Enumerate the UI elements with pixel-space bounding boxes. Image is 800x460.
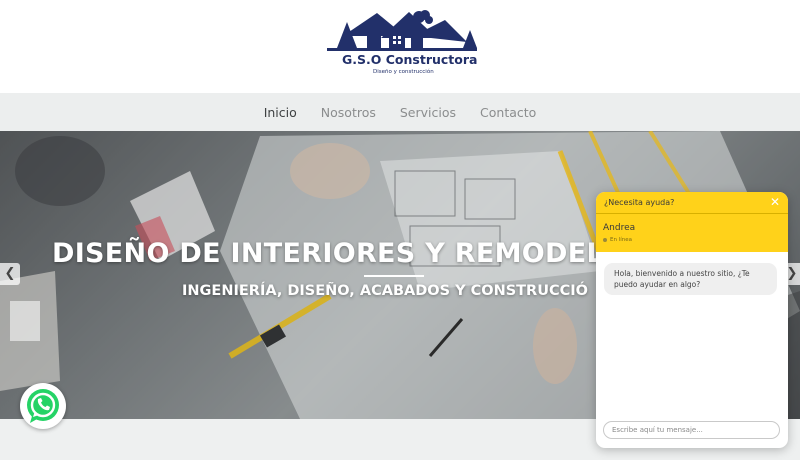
chat-agent-bar: Andrea En línea bbox=[596, 214, 788, 252]
chat-header: ¿Necesita ayuda? ✕ bbox=[596, 192, 788, 214]
chevron-left-icon: ❮ bbox=[4, 266, 16, 281]
logo-tagline: Diseño y construcción bbox=[373, 69, 434, 75]
chevron-right-icon: ❯ bbox=[786, 266, 798, 281]
slider-prev-button[interactable]: ❮ bbox=[0, 263, 20, 285]
hero-subtitle: INGENIERÍA, DISEÑO, ACABADOS Y CONSTRUCC… bbox=[182, 283, 588, 299]
agent-status-label: En línea bbox=[610, 237, 633, 243]
hero-title: DISEÑO DE INTERIORES Y REMODEL bbox=[52, 238, 604, 269]
close-icon[interactable]: ✕ bbox=[770, 195, 780, 209]
status-dot-icon bbox=[603, 237, 607, 242]
whatsapp-button[interactable] bbox=[20, 383, 66, 429]
chat-widget: ¿Necesita ayuda? ✕ Andrea En línea Hola,… bbox=[596, 192, 788, 448]
agent-status: En línea bbox=[603, 237, 632, 243]
chat-header-title: ¿Necesita ayuda? bbox=[604, 198, 675, 207]
site-header: G.S.O Constructora Diseño y construcción bbox=[0, 0, 800, 93]
hero-divider bbox=[364, 275, 424, 277]
nav-item-nosotros[interactable]: Nosotros bbox=[321, 105, 376, 120]
chat-message-bubble: Hola, bienvenido a nuestro sitio, ¿Te pu… bbox=[604, 263, 777, 295]
agent-name: Andrea bbox=[603, 223, 636, 233]
nav-item-inicio[interactable]: Inicio bbox=[264, 105, 297, 120]
whatsapp-icon bbox=[27, 389, 59, 423]
chat-message-input[interactable] bbox=[603, 421, 780, 439]
house-logo-icon bbox=[327, 10, 477, 51]
main-nav: Inicio Nosotros Servicios Contacto bbox=[0, 93, 800, 131]
nav-item-contacto[interactable]: Contacto bbox=[480, 105, 536, 120]
company-logo[interactable]: G.S.O Constructora Diseño y construcción bbox=[325, 8, 477, 80]
logo-title: G.S.O Constructora bbox=[342, 52, 478, 67]
nav-item-servicios[interactable]: Servicios bbox=[400, 105, 456, 120]
